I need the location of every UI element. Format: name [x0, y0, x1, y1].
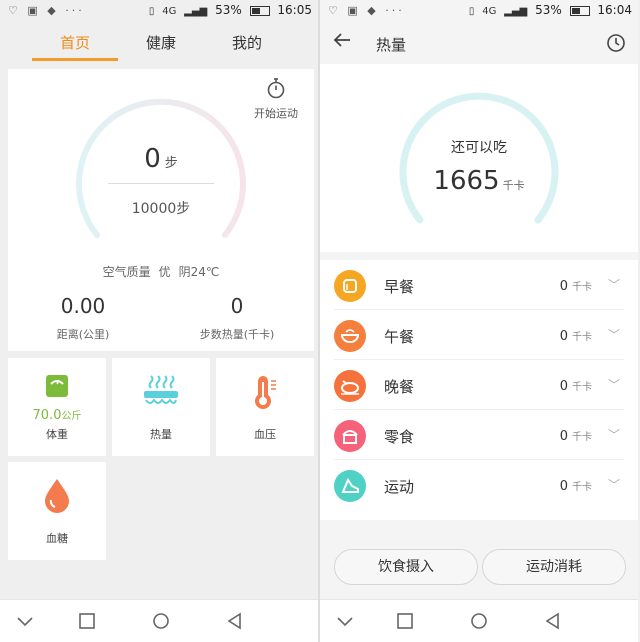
remaining-value: 1665 千卡: [433, 166, 525, 196]
bread-icon: [334, 270, 366, 302]
thermometer-icon: [255, 376, 276, 409]
nav-back-icon[interactable]: [542, 610, 564, 632]
chevron-down-icon: ﹀: [607, 278, 620, 292]
bowl-icon: [334, 320, 366, 352]
page-title: 热量: [376, 36, 407, 54]
cake-icon: [334, 420, 366, 452]
nav-home-icon[interactable]: [150, 610, 172, 632]
vibrate-icon: ▯: [468, 6, 475, 17]
air-quality: 空气质量优阴24℃: [102, 265, 220, 279]
nav-recents-icon[interactable]: [76, 610, 98, 632]
food-steam-icon: [144, 375, 178, 404]
clock-time: 16:05: [277, 3, 312, 17]
tab-home[interactable]: 首页: [32, 32, 118, 53]
start-exercise-button[interactable]: 开始运动: [248, 77, 304, 121]
network-type: 4G: [162, 6, 177, 17]
system-nav-bar: [320, 599, 638, 642]
meal-breakfast[interactable]: 早餐 0 千卡 ﹀: [320, 260, 638, 310]
distance-stat: 0.00 距离(公里): [56, 294, 110, 341]
exercise-burn-button[interactable]: 运动消耗: [482, 549, 626, 585]
vibrate-icon: ▯: [148, 6, 155, 17]
nav-down-icon[interactable]: [334, 610, 356, 632]
battery-icon: [249, 5, 270, 16]
signal-icon: ▂▄▆: [504, 6, 528, 17]
shoe-icon: [334, 470, 366, 502]
history-clock-icon[interactable]: [606, 33, 626, 53]
status-bar: ♡ ▣ ◆ ··· ▯ 4G ▂▄▆ 53% 16:04: [320, 0, 638, 22]
chevron-down-icon: ﹀: [607, 378, 620, 392]
signal-icon: ▂▄▆: [184, 6, 208, 17]
remaining-calorie-card: [320, 64, 638, 252]
notification-icons: ♡ ▣ ◆ ···: [328, 4, 405, 17]
weight-value: 70.0公斤: [32, 408, 82, 423]
app-bar: 热量: [320, 22, 638, 64]
chevron-down-icon: ﹀: [607, 478, 620, 492]
chevron-down-icon: ﹀: [607, 428, 620, 442]
battery-percent: 53%: [215, 3, 242, 17]
calorie-tile[interactable]: 热量: [112, 358, 210, 456]
tab-indicator: [32, 58, 118, 61]
tab-health[interactable]: 健康: [118, 32, 204, 53]
remaining-label: 还可以吃: [451, 140, 507, 156]
nav-recents-icon[interactable]: [394, 610, 416, 632]
weight-tile[interactable]: 70.0公斤 体重: [8, 358, 106, 456]
chicken-icon: [334, 370, 366, 402]
meal-dinner[interactable]: 晚餐 0 千卡 ﹀: [320, 360, 638, 410]
system-nav-bar: [0, 599, 318, 642]
meal-list: 早餐 0 千卡 ﹀ 午餐 0 千卡 ﹀ 晚餐 0 千卡 ﹀ 零食 0 千卡 ﹀ …: [320, 260, 638, 520]
steps-goal: 10000步: [131, 201, 191, 217]
tab-mine[interactable]: 我的: [204, 32, 290, 53]
clock-time: 16:04: [597, 3, 632, 17]
calorie-screen: ♡ ▣ ◆ ··· ▯ 4G ▂▄▆ 53% 16:04 热量 还可以吃 166…: [320, 0, 638, 642]
blood-drop-icon: [45, 479, 69, 513]
battery-percent: 53%: [535, 3, 562, 17]
stopwatch-icon: [248, 77, 304, 105]
diet-intake-button[interactable]: 饮食摄入: [334, 549, 478, 585]
back-arrow-icon[interactable]: [332, 30, 352, 50]
meal-snack[interactable]: 零食 0 千卡 ﹀: [320, 410, 638, 460]
chevron-down-icon: ﹀: [607, 328, 620, 342]
notification-icons: ♡ ▣ ◆ ···: [8, 4, 85, 17]
nav-down-icon[interactable]: [14, 610, 36, 632]
meal-exercise[interactable]: 运动 0 千卡 ﹀: [320, 460, 638, 510]
nav-back-icon[interactable]: [224, 610, 246, 632]
status-bar: ♡ ▣ ◆ ··· ▯ 4G ▂▄▆ 53% 16:05: [0, 0, 318, 22]
top-tabs: 首页 健康 我的: [0, 22, 318, 62]
network-type: 4G: [482, 6, 497, 17]
nav-home-icon[interactable]: [468, 610, 490, 632]
calorie-gauge: [399, 92, 559, 224]
blood-sugar-tile[interactable]: 血糖: [8, 462, 106, 560]
home-screen: ♡ ▣ ◆ ··· ▯ 4G ▂▄▆ 53% 16:05 首页 健康 我的 0步: [0, 0, 318, 642]
step-card[interactable]: 0步 10000步 开始运动 空气质量优阴24℃ 0.00 距离(公里) 0 步…: [8, 69, 314, 351]
steps-divider: [108, 183, 214, 184]
steps-count: 0步: [144, 144, 178, 174]
scale-icon: [46, 375, 68, 397]
meal-lunch[interactable]: 午餐 0 千卡 ﹀: [320, 310, 638, 360]
blood-pressure-tile[interactable]: 血压: [216, 358, 314, 456]
battery-icon: [569, 5, 590, 16]
step-calorie-stat: 0 步数热量(千卡): [199, 294, 275, 341]
